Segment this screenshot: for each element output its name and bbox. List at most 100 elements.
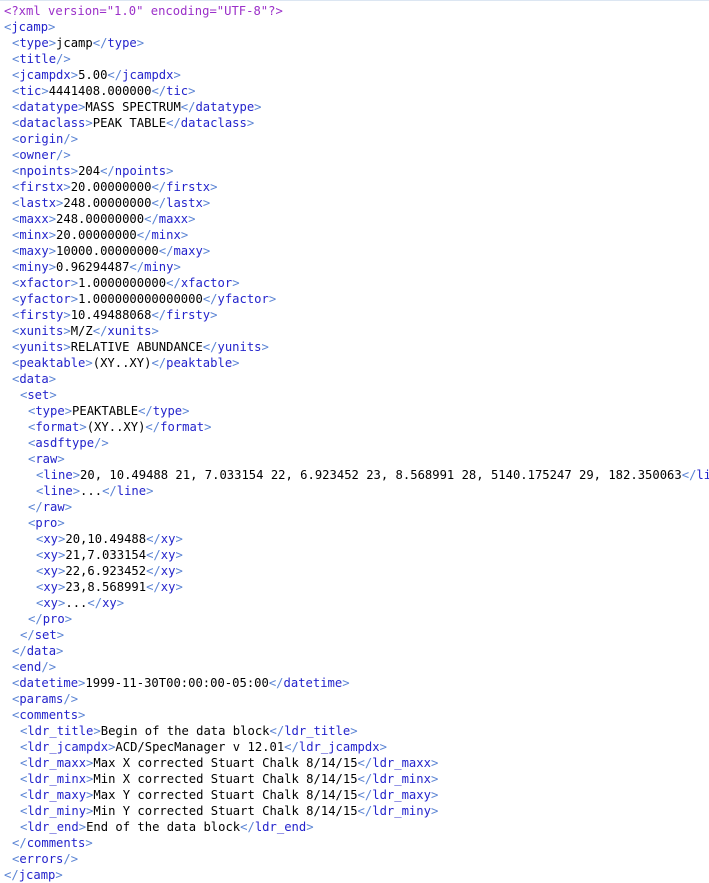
text-node: 10.49488068	[70, 308, 152, 322]
tag-name: comments	[26, 836, 86, 850]
tag-name: ldr_maxx	[27, 756, 87, 770]
tag-name: minx	[19, 228, 49, 242]
tag-name: xfactor	[19, 276, 71, 290]
tag-name: jcamp	[11, 20, 49, 34]
tag-name: ldr_title	[27, 724, 94, 738]
close-bracket: >	[188, 84, 196, 98]
close-bracket: >	[268, 292, 277, 306]
xml-line: <ldr_maxy>Max Y corrected Stuart Chalk 8…	[0, 787, 709, 803]
text-node: Max X corrected Stuart Chalk 8/14/15	[93, 756, 358, 770]
text-node: (XY..XY)	[92, 356, 152, 370]
open-bracket: </	[28, 500, 43, 514]
open-bracket: </	[146, 548, 161, 562]
text-node: 0.96294487	[56, 260, 130, 274]
tag-name: miny	[144, 260, 174, 274]
open-bracket: </	[357, 772, 373, 786]
tag-name: jcampdx	[122, 68, 174, 82]
close-bracket: >	[49, 388, 57, 402]
close-bracket: >	[63, 308, 71, 322]
text-node: 1.000000000000000	[78, 292, 203, 306]
text-node: 4441408.000000	[48, 84, 152, 98]
close-bracket: >	[64, 500, 73, 514]
xml-line: <line>...</line>	[0, 483, 709, 499]
text-node: RELATIVE ABUNDANCE	[70, 340, 203, 354]
xml-line: </jcamp>	[0, 867, 709, 883]
text-node: Min X corrected Stuart Chalk 8/14/15	[93, 772, 358, 786]
xml-line: </data>	[0, 643, 709, 659]
open-bracket: </	[202, 292, 218, 306]
tag-name: type	[35, 404, 65, 418]
close-bracket: >	[430, 756, 439, 770]
close-bracket: >	[64, 404, 73, 418]
tag-name: ldr_maxy	[372, 788, 431, 802]
close-bracket: >	[116, 596, 125, 610]
open-bracket: </	[28, 612, 43, 626]
open-bracket: <	[12, 852, 20, 866]
tag-name: xy	[43, 580, 59, 594]
close-bracket: >	[41, 84, 49, 98]
tag-name: lastx	[19, 196, 57, 210]
xml-line: <xy>23,8.568991</xy>	[0, 579, 709, 595]
tag-name: jcampdx	[19, 68, 71, 82]
open-bracket: </	[20, 628, 35, 642]
xml-line: <?xml version="1.0" encoding="UTF-8"?>	[0, 3, 709, 19]
tag-name: yunits	[19, 340, 64, 354]
open-bracket: </	[145, 420, 161, 434]
xml-line: <jcamp>	[0, 19, 709, 35]
xml-line: <comments>	[0, 707, 709, 723]
open-bracket: </	[146, 532, 161, 546]
close-bracket: >	[173, 68, 181, 82]
tag-name: ldr_minx	[27, 772, 87, 786]
tag-name: line	[43, 484, 73, 498]
tag-name: ldr_end	[27, 820, 79, 834]
close-bracket: >	[430, 804, 439, 818]
text-node: 204	[78, 164, 101, 178]
open-bracket: </	[151, 308, 167, 322]
tag-name: ldr_title	[284, 724, 351, 738]
open-bracket: </	[100, 164, 115, 178]
tag-name: ldr_end	[254, 820, 307, 834]
close-bracket: >	[166, 164, 174, 178]
close-bracket: >	[93, 724, 101, 738]
tag-name: line	[116, 484, 147, 498]
close-bracket: >	[48, 228, 57, 242]
close-bracket: >	[342, 676, 350, 690]
tag-name: type	[19, 36, 49, 50]
xml-line: <owner/>	[0, 147, 709, 163]
tag-name: xy	[160, 548, 176, 562]
text-node: Begin of the data block	[100, 724, 270, 738]
tag-name: xunits	[19, 324, 64, 338]
tag-name: data	[26, 644, 57, 658]
open-bracket: </	[92, 36, 108, 50]
tag-name: xfactor	[180, 276, 233, 290]
xml-line: <xunits>M/Z</xunits>	[0, 323, 709, 339]
tag-name: set	[34, 628, 57, 642]
tag-name: maxx	[19, 212, 49, 226]
xml-line: <maxx>248.00000000</maxx>	[0, 211, 709, 227]
xml-line: <ldr_jcampdx>ACD/SpecManager v 12.01</ld…	[0, 739, 709, 755]
xml-line: <ldr_maxx>Max X corrected Stuart Chalk 8…	[0, 755, 709, 771]
xml-line: <data>	[0, 371, 709, 387]
text-node: 20,10.49488	[65, 532, 147, 546]
xml-line: <xy>20,10.49488</xy>	[0, 531, 709, 547]
close-bracket: >	[57, 452, 65, 466]
tag-name: maxy	[19, 244, 49, 258]
xml-line: <set>	[0, 387, 709, 403]
open-bracket: </	[357, 788, 373, 802]
tag-name: xy	[160, 532, 176, 546]
xml-line: <npoints>204</npoints>	[0, 163, 709, 179]
open-bracket: </	[357, 804, 373, 818]
xml-line: <peaktable>(XY..XY)</peaktable>	[0, 355, 709, 371]
tag-name: xy	[43, 548, 59, 562]
text-node: Max Y corrected Stuart Chalk 8/14/15	[93, 788, 358, 802]
text-node: MASS SPECTRUM	[85, 100, 181, 114]
close-bracket: />	[56, 148, 71, 162]
xml-source-view[interactable]: <?xml version="1.0" encoding="UTF-8"?> <j…	[0, 1, 709, 883]
tag-name: tic	[19, 84, 42, 98]
tag-name: datetime	[19, 676, 79, 690]
xml-line: <raw>	[0, 451, 709, 467]
tag-name: set	[27, 388, 50, 402]
text-node: 20.00000000	[56, 228, 137, 242]
close-bracket: >	[70, 292, 79, 306]
tag-name: xy	[43, 596, 59, 610]
